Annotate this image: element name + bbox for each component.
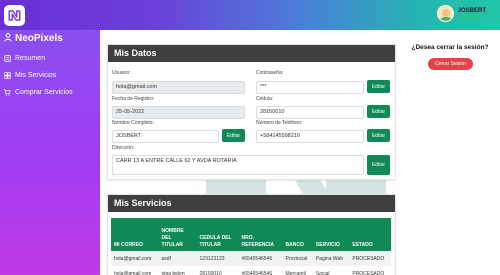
user-menu[interactable]: JOSBERT Conectado xyxy=(436,5,486,22)
user-icon xyxy=(3,55,11,63)
usuario-field: hola@gmail.com xyxy=(112,81,245,94)
table-row: hola@gmail.com asdf 123123123 #654654654… xyxy=(111,251,391,266)
edit-direccion-button[interactable]: Editar xyxy=(367,155,390,175)
avatar[interactable] xyxy=(436,5,454,22)
grid-icon xyxy=(3,72,11,80)
table-cell: 123123123 xyxy=(199,255,225,262)
table-header-row: MI CORREO NOMBRE DEL TITULAR CEDULA DEL … xyxy=(111,218,391,251)
edit-nombre-button[interactable]: Editar xyxy=(222,129,245,142)
table-cell: hola@gmail.com xyxy=(114,270,152,275)
sidebar-item-label: Resumen xyxy=(15,55,45,62)
table-cell: PROCESADO xyxy=(352,270,385,275)
table-cell: Provincial xyxy=(285,255,308,262)
services-table: MI CORREO NOMBRE DEL TITULAR CEDULA DEL … xyxy=(111,218,391,275)
edit-telefono-button[interactable]: Editar xyxy=(367,129,390,142)
contrasena-label: Contraseña: xyxy=(256,70,284,76)
sidebar-item-resumen[interactable]: Resumen xyxy=(3,50,73,67)
telefono-label: Número de Teléfono: xyxy=(256,120,303,126)
cedula-label: Cédula: xyxy=(256,96,274,102)
fecha-label: Fecha de Registro: xyxy=(112,96,155,102)
cart-icon xyxy=(3,89,11,97)
logout-question: ¿Desea cerrar la sesión? xyxy=(411,44,489,51)
sidebar-item-mis-servicios[interactable]: Mis Servicios xyxy=(3,67,73,84)
brand-name: NeoPixels xyxy=(15,33,63,44)
user-icon xyxy=(4,33,12,44)
table-cell: hola@gmail.com xyxy=(114,255,152,262)
fecha-field: 25-05-2022 xyxy=(112,106,245,119)
column-header: ESTADO xyxy=(352,242,373,248)
sidebar: NeoPixels Resumen Mis Servicios Comprar … xyxy=(0,30,100,275)
mis-servicios-title: Mis Servicios xyxy=(108,195,395,212)
table-cell: 28150010 xyxy=(199,270,222,275)
sidebar-item-label: Mis Servicios xyxy=(15,72,57,79)
nombre-field[interactable]: JOSBERT xyxy=(112,130,219,143)
nombre-label: Nombre Completo: xyxy=(112,120,154,126)
brand[interactable]: NeoPixels xyxy=(4,33,63,44)
sidebar-item-comprar-servicios[interactable]: Comprar Servicios xyxy=(3,84,73,101)
mis-datos-title: Mis Datos xyxy=(108,45,395,62)
cedula-field[interactable]: 28150010 xyxy=(256,106,364,119)
direccion-field[interactable]: CARR 13 A ENTRE CALLE 62 Y AVDA ROTARIA xyxy=(112,155,364,175)
table-cell: asdf xyxy=(161,255,171,262)
table-cell: #6546546546 xyxy=(241,270,273,275)
logo-icon[interactable] xyxy=(4,5,25,26)
table-row: hola@gmail.com olga belen 28150010 #6546… xyxy=(111,266,391,275)
column-header: NRO. REFERENCIA xyxy=(241,235,275,248)
column-header: BANCO xyxy=(285,242,304,248)
column-header: NOMBRE DEL TITULAR xyxy=(161,228,184,248)
table-cell: PROCESADO xyxy=(352,255,385,262)
table-cell: Mercantil xyxy=(285,270,306,275)
logout-button[interactable]: Cerrar Sesion xyxy=(428,58,473,70)
user-status: Conectado xyxy=(457,13,482,20)
direccion-label: Dirección: xyxy=(112,145,135,151)
column-header: MI CORREO xyxy=(114,242,143,248)
sidebar-item-label: Comprar Servicios xyxy=(15,89,73,96)
table-cell: olga belen xyxy=(161,270,185,275)
column-header: CEDULA DEL TITULAR xyxy=(199,235,232,248)
table-cell: #6546546546 xyxy=(241,255,273,262)
table-cell: Social xyxy=(315,270,330,275)
telefono-field[interactable]: +584145598216 xyxy=(256,130,364,143)
edit-contrasena-button[interactable]: Editar xyxy=(367,80,390,93)
column-header: SERVICIO xyxy=(315,242,340,248)
top-bar: JOSBERT Conectado xyxy=(0,0,500,30)
contrasena-field[interactable]: *** xyxy=(256,81,364,94)
edit-cedula-button[interactable]: Editar xyxy=(367,105,390,118)
sidebar-nav: Resumen Mis Servicios Comprar Servicios xyxy=(3,50,73,101)
usuario-label: Usuario: xyxy=(112,70,131,76)
table-cell: Pagina Web xyxy=(315,255,344,262)
